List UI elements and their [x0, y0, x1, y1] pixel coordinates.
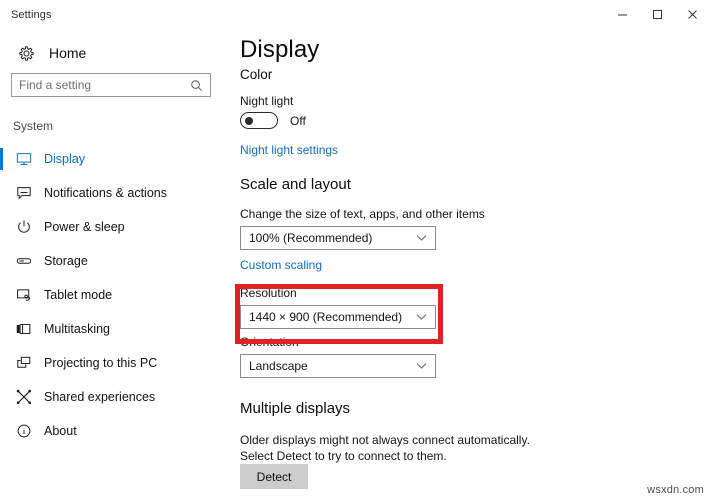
detect-button-label: Detect — [256, 469, 292, 484]
close-icon — [688, 10, 697, 19]
info-circle-icon — [11, 423, 37, 439]
sidebar-item-projecting-to-this-pc[interactable]: Projecting to this PC — [0, 346, 229, 380]
close-button[interactable] — [675, 0, 710, 29]
selection-indicator — [0, 352, 3, 374]
sidebar-item-storage[interactable]: Storage — [0, 244, 229, 278]
sidebar-item-label: Tablet mode — [44, 288, 113, 302]
shared-experiences-icon — [11, 389, 37, 405]
night-light-settings-link[interactable]: Night light settings — [240, 143, 338, 157]
scale-and-layout-heading: Scale and layout — [240, 176, 351, 193]
maximize-icon — [653, 10, 662, 19]
sidebar-item-label: Notifications & actions — [44, 186, 167, 200]
watermark: wsxdn.com — [647, 484, 704, 496]
search-field-container[interactable] — [11, 73, 211, 97]
sidebar-home-label: Home — [49, 45, 87, 61]
sidebar-item-multitasking[interactable]: Multitasking — [0, 312, 229, 346]
night-light-toggle-row: Off — [240, 112, 306, 129]
sidebar-item-label: Power & sleep — [44, 220, 125, 234]
sidebar-item-label: Storage — [44, 254, 88, 268]
window-title-bar: Settings — [0, 0, 710, 29]
selection-indicator — [0, 250, 3, 272]
toggle-knob — [245, 116, 253, 125]
chevron-down-icon — [416, 313, 427, 321]
minimize-button[interactable] — [605, 0, 640, 29]
power-icon — [11, 219, 37, 235]
main-content: Display Color Night light Off Night ligh… — [229, 29, 710, 500]
orientation-dropdown[interactable]: Landscape — [240, 354, 436, 378]
search-input[interactable] — [19, 78, 179, 92]
chevron-down-icon — [416, 362, 427, 370]
custom-scaling-link[interactable]: Custom scaling — [240, 258, 322, 272]
projecting-icon — [11, 355, 37, 371]
chevron-down-icon — [416, 234, 427, 242]
selection-indicator — [0, 216, 3, 238]
resolution-dropdown[interactable]: 1440 × 900 (Recommended) — [240, 305, 436, 329]
sidebar-item-home[interactable]: Home — [0, 38, 229, 68]
maximize-button[interactable] — [640, 0, 675, 29]
selection-indicator — [0, 420, 3, 442]
night-light-toggle[interactable] — [240, 112, 278, 129]
multiple-displays-heading: Multiple displays — [240, 400, 351, 417]
resolution-dropdown-value: 1440 × 900 (Recommended) — [249, 310, 403, 324]
selection-indicator — [0, 386, 3, 408]
sidebar: Home System Display — [0, 29, 229, 500]
night-light-state: Off — [290, 113, 306, 128]
sidebar-item-about[interactable]: About — [0, 414, 229, 448]
detect-button[interactable]: Detect — [240, 464, 308, 489]
storage-drive-icon — [11, 253, 37, 269]
window-title: Settings — [11, 8, 52, 21]
search-icon — [190, 79, 203, 92]
sidebar-item-label: Projecting to this PC — [44, 356, 158, 370]
sidebar-item-shared-experiences[interactable]: Shared experiences — [0, 380, 229, 414]
sidebar-item-label: Shared experiences — [44, 390, 156, 404]
selection-indicator — [0, 318, 3, 340]
color-section-heading: Color — [240, 67, 273, 82]
scale-size-label: Change the size of text, apps, and other… — [240, 207, 485, 221]
sidebar-item-label: About — [44, 424, 77, 438]
scale-dropdown[interactable]: 100% (Recommended) — [240, 226, 436, 250]
sidebar-item-notifications-actions[interactable]: Notifications & actions — [0, 176, 229, 210]
selection-indicator — [0, 182, 3, 204]
minimize-icon — [618, 14, 627, 16]
orientation-dropdown-value: Landscape — [249, 359, 308, 373]
night-light-label: Night light — [240, 94, 294, 108]
orientation-label: Orientation — [240, 335, 299, 349]
sidebar-item-power-sleep[interactable]: Power & sleep — [0, 210, 229, 244]
page-title: Display — [240, 36, 320, 63]
monitor-icon — [11, 151, 37, 167]
sidebar-group-header: System — [13, 119, 54, 133]
selection-indicator — [0, 148, 3, 170]
gear-icon — [11, 45, 41, 62]
multiple-displays-description: Older displays might not always connect … — [240, 433, 530, 463]
resolution-label: Resolution — [240, 286, 297, 300]
notification-bubble-icon — [11, 185, 37, 201]
sidebar-item-label: Display — [44, 152, 85, 166]
sidebar-item-tablet-mode[interactable]: Tablet mode — [0, 278, 229, 312]
multitasking-icon — [11, 321, 37, 337]
scale-dropdown-value: 100% (Recommended) — [249, 231, 373, 245]
selection-indicator — [0, 284, 3, 306]
tablet-mode-icon — [11, 287, 37, 303]
sidebar-item-label: Multitasking — [44, 322, 110, 336]
sidebar-item-display[interactable]: Display — [0, 142, 229, 176]
